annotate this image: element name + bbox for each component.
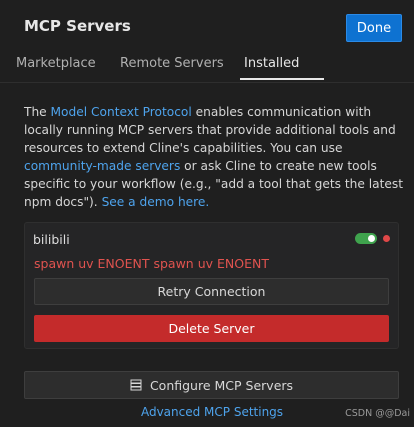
header-divider bbox=[0, 82, 414, 83]
header: MCP Servers Done Marketplace Remote Serv… bbox=[0, 0, 414, 82]
mcp-protocol-link[interactable]: Model Context Protocol bbox=[51, 105, 192, 119]
server-card: bilibili spawn uv ENOENT spawn uv ENOENT… bbox=[24, 222, 399, 349]
description-text: The Model Context Protocol enables commu… bbox=[24, 103, 404, 211]
demo-link[interactable]: See a demo here. bbox=[102, 195, 210, 209]
page-title: MCP Servers bbox=[24, 17, 131, 35]
done-button[interactable]: Done bbox=[346, 14, 402, 42]
tab-marketplace[interactable]: Marketplace bbox=[0, 52, 120, 80]
description-part-1: The bbox=[24, 105, 51, 119]
tab-bar: Marketplace Remote Servers Installed bbox=[16, 52, 324, 80]
status-indicator-dot bbox=[383, 235, 390, 242]
retry-connection-button[interactable]: Retry Connection bbox=[34, 278, 389, 305]
mcp-servers-panel: MCP Servers Done Marketplace Remote Serv… bbox=[0, 0, 414, 427]
tab-installed[interactable]: Installed bbox=[240, 52, 324, 80]
server-enable-toggle[interactable] bbox=[355, 233, 377, 244]
community-servers-link[interactable]: community-made servers bbox=[24, 159, 180, 173]
watermark: CSDN @@Dai bbox=[345, 408, 410, 419]
delete-server-button[interactable]: Delete Server bbox=[34, 315, 389, 342]
toggle-knob bbox=[368, 235, 375, 242]
configure-mcp-servers-button[interactable]: Configure MCP Servers bbox=[24, 371, 399, 399]
server-icon bbox=[130, 379, 142, 391]
tab-remote-servers[interactable]: Remote Servers bbox=[120, 52, 240, 80]
configure-label: Configure MCP Servers bbox=[149, 377, 294, 393]
server-name[interactable]: bilibili bbox=[33, 232, 70, 247]
server-error-message: spawn uv ENOENT spawn uv ENOENT bbox=[34, 256, 269, 271]
